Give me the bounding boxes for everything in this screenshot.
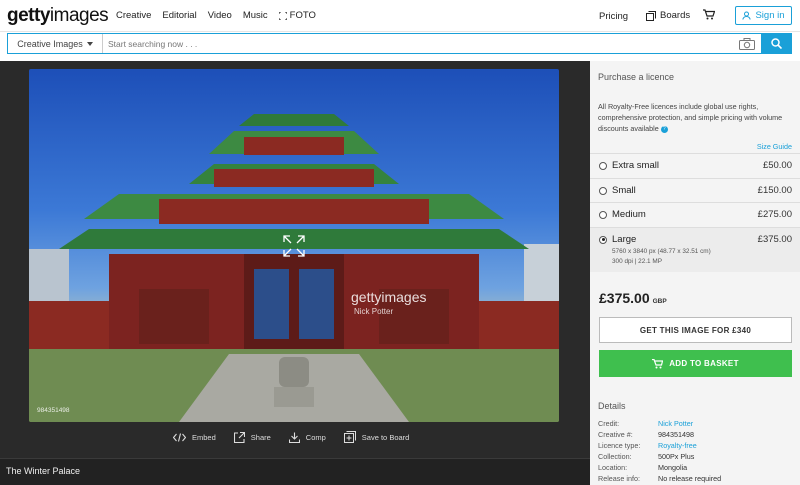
image-viewer: gettyimages Nick Potter 984351498 Embed … — [0, 61, 590, 485]
size-price: £275.00 — [757, 209, 792, 220]
size-name: Small — [612, 184, 636, 196]
currency-label: GBP — [652, 298, 667, 305]
boards-icon — [646, 10, 656, 21]
add-to-basket-button[interactable]: ADD TO BASKET — [599, 350, 792, 377]
nav-boards[interactable]: Boards — [646, 10, 690, 21]
nav-editorial[interactable]: Editorial — [162, 10, 196, 21]
embed-label: Embed — [192, 432, 216, 442]
share-icon — [233, 431, 245, 443]
size-option-small[interactable]: Small £150.00 — [590, 177, 800, 203]
purchase-panel: Purchase a licence All Royalty-Free lice… — [590, 61, 800, 485]
nav-foto[interactable]: FOTO — [278, 10, 316, 21]
nav-video[interactable]: Video — [208, 10, 232, 21]
sign-in-label: Sign in — [755, 10, 785, 21]
frame-icon — [278, 11, 287, 20]
search-icon — [770, 38, 782, 49]
save-to-board-button[interactable]: Save to Board — [343, 431, 410, 443]
add-to-basket-label: ADD TO BASKET — [669, 359, 739, 368]
radio-large[interactable] — [599, 235, 607, 244]
details-row: Creative #: 984351498 — [598, 430, 694, 439]
size-dimensions: 5760 x 3840 px (48.77 x 32.51 cm) — [612, 247, 711, 255]
get-this-image-button[interactable]: GET THIS IMAGE FOR £340 — [599, 317, 792, 343]
boards-label: Boards — [660, 10, 691, 21]
image-creative-id: 984351498 — [37, 407, 70, 414]
getty-images-logo[interactable]: gettyimages — [7, 5, 109, 27]
image-caption-bar: The Winter Palace — [0, 458, 590, 485]
purchase-title: Purchase a licence — [598, 72, 675, 82]
main-nav: Creative Editorial Video Music FOTO — [116, 10, 316, 21]
size-name: Medium — [612, 209, 646, 220]
radio-extra-small[interactable] — [599, 162, 607, 170]
comp-label: Comp — [305, 432, 326, 442]
search-button[interactable] — [761, 34, 791, 53]
licence-description: All Royalty-Free licences include global… — [598, 102, 783, 133]
watermark-logo: gettyimages — [351, 289, 427, 305]
embed-button[interactable]: Embed — [173, 431, 216, 443]
details-title: Details — [598, 401, 626, 411]
info-icon[interactable]: ? — [660, 125, 668, 133]
board-add-icon — [343, 431, 356, 443]
total-price: £375.00 GBP — [599, 290, 667, 306]
chevron-down-icon — [86, 41, 93, 46]
details-row: Licence type: Royalty-free — [598, 440, 697, 451]
save-to-board-label: Save to Board — [361, 432, 410, 442]
licence-type-link[interactable]: Royalty-free — [658, 440, 697, 451]
top-navigation: gettyimages Creative Editorial Video Mus… — [0, 0, 800, 32]
nav-creative[interactable]: Creative — [116, 10, 151, 21]
size-price: £375.00 — [757, 233, 792, 245]
size-name: Large — [612, 233, 637, 245]
size-resolution: 300 dpi | 22.1 MP — [612, 257, 662, 265]
radio-small[interactable] — [599, 186, 607, 195]
size-option-medium[interactable]: Medium £275.00 — [590, 202, 800, 227]
size-price: £150.00 — [757, 184, 792, 196]
nav-foto-label: FOTO — [289, 10, 316, 21]
watermark-credit: Nick Potter — [354, 307, 394, 316]
search-type-dropdown[interactable]: Creative Images — [8, 34, 103, 53]
expand-icon[interactable] — [283, 235, 305, 257]
details-row: Collection: 500Px Plus — [598, 452, 695, 461]
size-guide-link[interactable]: Size Guide — [757, 142, 792, 151]
comp-button[interactable]: Comp — [288, 431, 326, 443]
cart-icon — [652, 358, 664, 368]
size-option-extra-small[interactable]: Extra small £50.00 — [590, 153, 800, 178]
size-name: Extra small — [612, 160, 659, 171]
download-icon — [288, 432, 300, 443]
details-row: Location: Mongolia — [598, 463, 688, 472]
cart-icon[interactable] — [703, 9, 716, 23]
user-icon — [742, 11, 752, 20]
size-option-large[interactable]: Large £375.00 5760 x 3840 px (48.77 x 32… — [590, 226, 800, 272]
image-caption: The Winter Palace — [6, 466, 81, 476]
size-options: Extra small £50.00 Small £150.00 Medium … — [590, 153, 800, 272]
details-list: Credit: Nick Potter Creative #: 984351498 … — [598, 418, 721, 484]
details-row: Release info: No release required — [598, 474, 722, 483]
nav-music[interactable]: Music — [243, 10, 268, 21]
search-type-label: Creative Images — [17, 38, 83, 49]
details-row: Credit: Nick Potter — [598, 418, 694, 429]
share-label: Share — [250, 432, 271, 442]
radio-medium[interactable] — [599, 211, 607, 219]
size-price: £50.00 — [762, 160, 792, 171]
sign-in-button[interactable]: Sign in — [735, 6, 792, 25]
main-photo[interactable]: gettyimages Nick Potter 984351498 — [29, 69, 559, 422]
camera-search-icon[interactable] — [733, 34, 761, 53]
nav-pricing[interactable]: Pricing — [599, 11, 628, 22]
search-bar: Creative Images — [7, 33, 792, 54]
image-actions: Embed Share Comp Save to Board — [173, 431, 409, 443]
search-input[interactable] — [103, 34, 733, 53]
share-button[interactable]: Share — [233, 431, 271, 443]
embed-icon — [173, 432, 186, 442]
credit-link[interactable]: Nick Potter — [658, 418, 693, 429]
